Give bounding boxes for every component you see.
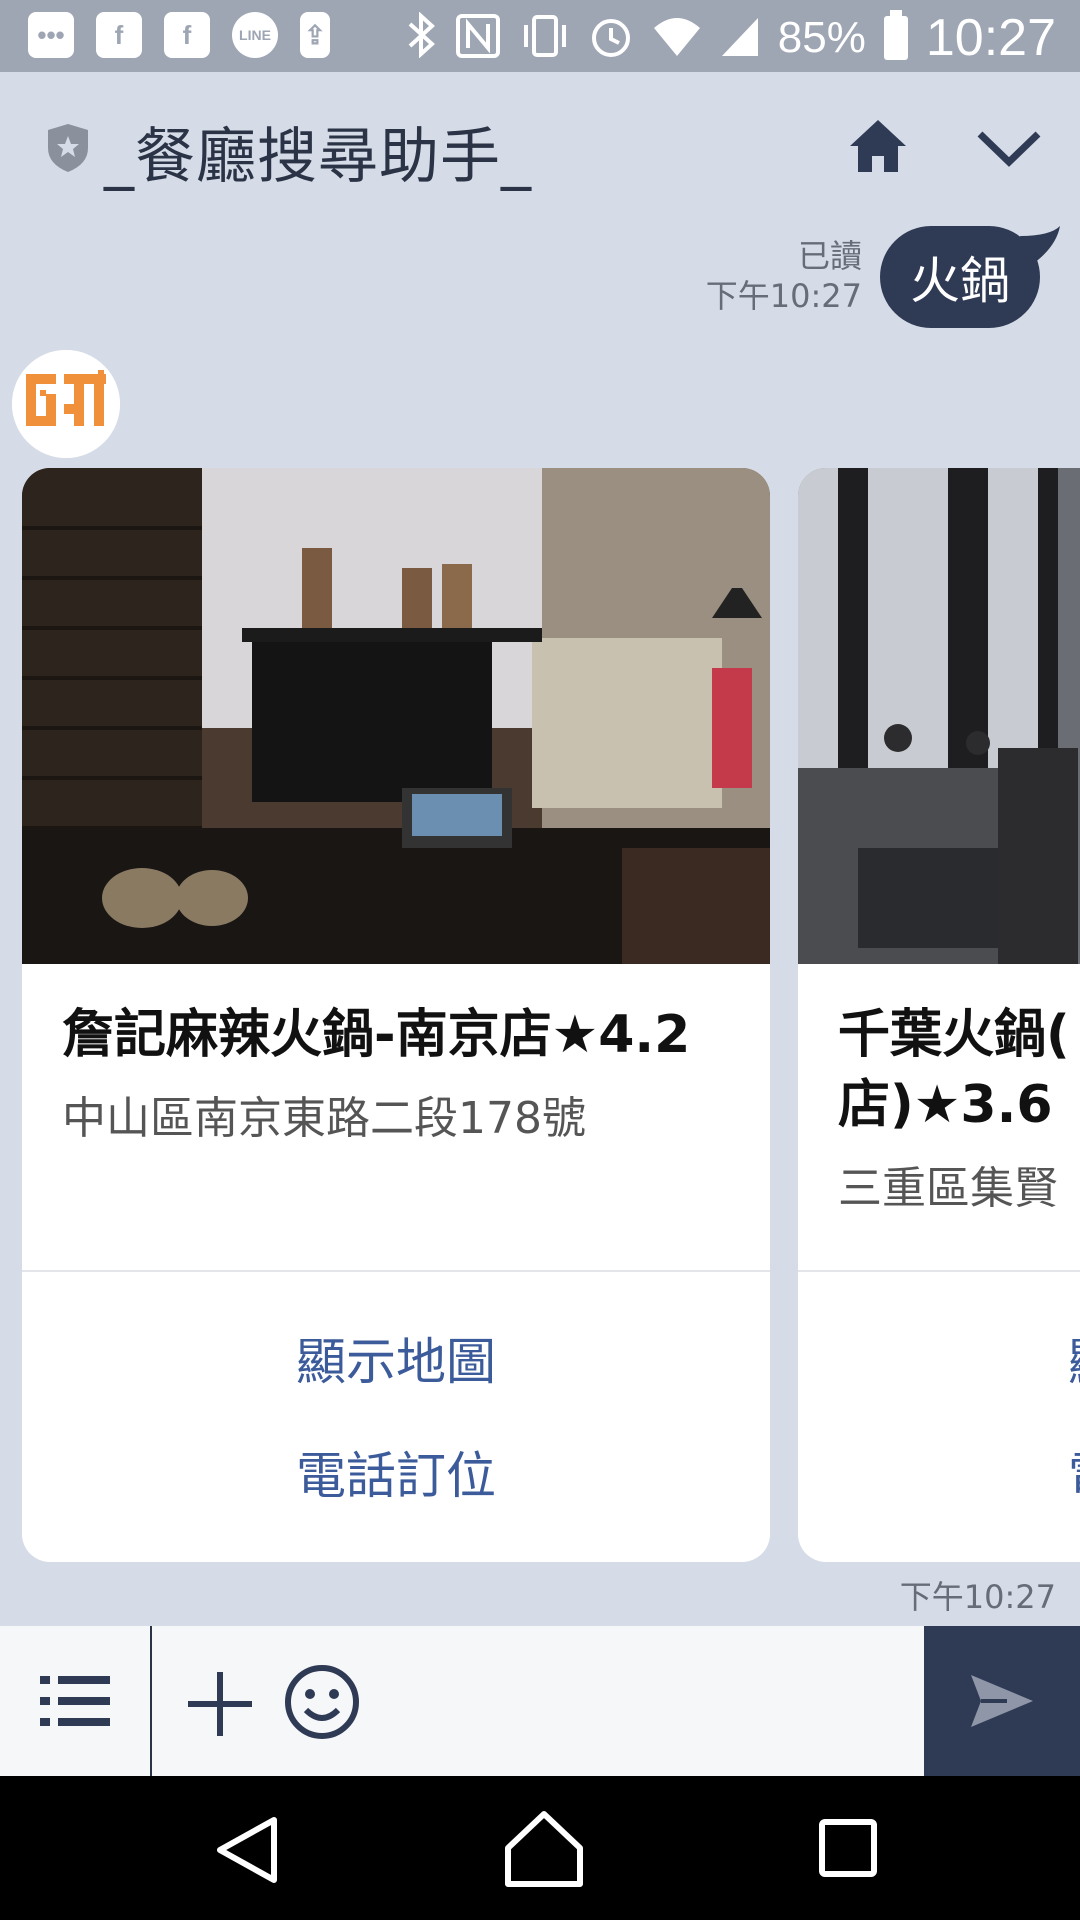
send-icon [971, 1675, 1033, 1727]
bluetooth-icon [406, 10, 436, 65]
show-map-button[interactable]: 顯 [1068, 1322, 1080, 1394]
plus-icon[interactable] [180, 1664, 260, 1744]
emoji-icon[interactable] [282, 1662, 362, 1742]
message-meta: 已讀 下午10:27 [706, 236, 862, 316]
line-icon: LINE [232, 12, 278, 58]
android-nav-bar [0, 1776, 1080, 1920]
message-input[interactable] [380, 1656, 904, 1748]
shield-star-icon [48, 124, 88, 172]
bot-avatar[interactable] [12, 350, 120, 458]
menu-separator [150, 1626, 152, 1776]
battery-percent: 85% [777, 13, 866, 62]
alarm-icon [588, 13, 634, 64]
more-icon: ••• [28, 12, 74, 58]
facebook-icon: f [96, 12, 142, 58]
show-map-button[interactable]: 顯示地圖 [22, 1322, 770, 1394]
battery-icon [883, 10, 908, 60]
restaurant-card[interactable]: 千葉火鍋( 店)★3.6 三重區集賢 顯 電 [798, 468, 1080, 1562]
menu-icon[interactable] [0, 1626, 150, 1776]
facebook-icon: f [164, 12, 210, 58]
phone-reserve-button[interactable]: 電話訂位 [22, 1436, 770, 1508]
restaurant-carousel[interactable]: 詹記麻辣火鍋-南京店★4.2 中山區南京東路二段178號 顯示地圖 電話訂位 千… [0, 468, 1080, 1562]
system-icons: 85% 10:27 [406, 8, 1056, 68]
restaurant-address: 三重區集賢 [838, 1163, 1058, 1214]
input-bar [0, 1626, 1080, 1776]
status-bar: ••• f f LINE ⇪ 85% 10:27 [0, 0, 1080, 72]
chat-title: _餐廳搜尋助手_ [104, 122, 532, 192]
clock: 10:27 [925, 9, 1056, 67]
card-divider [22, 1270, 770, 1272]
avatar-image [12, 350, 120, 458]
card-divider [798, 1270, 1080, 1272]
restaurant-card[interactable]: 詹記麻辣火鍋-南京店★4.2 中山區南京東路二段178號 顯示地圖 電話訂位 [22, 468, 770, 1562]
recent-apps-icon[interactable] [816, 1816, 880, 1880]
restaurant-photo [798, 468, 1080, 964]
restaurant-address: 中山區南京東路二段178號 [62, 1093, 586, 1144]
restaurant-photo [22, 468, 770, 964]
notification-icons: ••• f f LINE ⇪ [28, 12, 330, 58]
read-status: 已讀 [797, 237, 862, 275]
back-icon[interactable] [208, 1810, 288, 1890]
vibrate-icon [520, 13, 570, 64]
sent-message-bubble[interactable]: 火鍋 [880, 226, 1040, 328]
chat-header: _餐廳搜尋助手_ [0, 72, 1080, 220]
signal-icon [720, 14, 760, 63]
restaurant-name: 千葉火鍋( 店)★3.6 [838, 1005, 1070, 1135]
download-icon: ⇪ [300, 12, 330, 58]
home-icon[interactable] [846, 114, 910, 178]
send-button[interactable] [924, 1626, 1080, 1776]
nfc-icon [454, 12, 502, 65]
wifi-icon [652, 14, 702, 63]
chevron-down-icon[interactable] [974, 124, 1044, 172]
restaurant-name: 詹記麻辣火鍋-南京店★4.2 [62, 1005, 691, 1065]
home-nav-icon[interactable] [502, 1806, 586, 1890]
phone-reserve-button[interactable]: 電 [1068, 1436, 1080, 1508]
message-time: 下午10:27 [705, 277, 862, 315]
carousel-time: 下午10:27 [899, 1578, 1056, 1616]
